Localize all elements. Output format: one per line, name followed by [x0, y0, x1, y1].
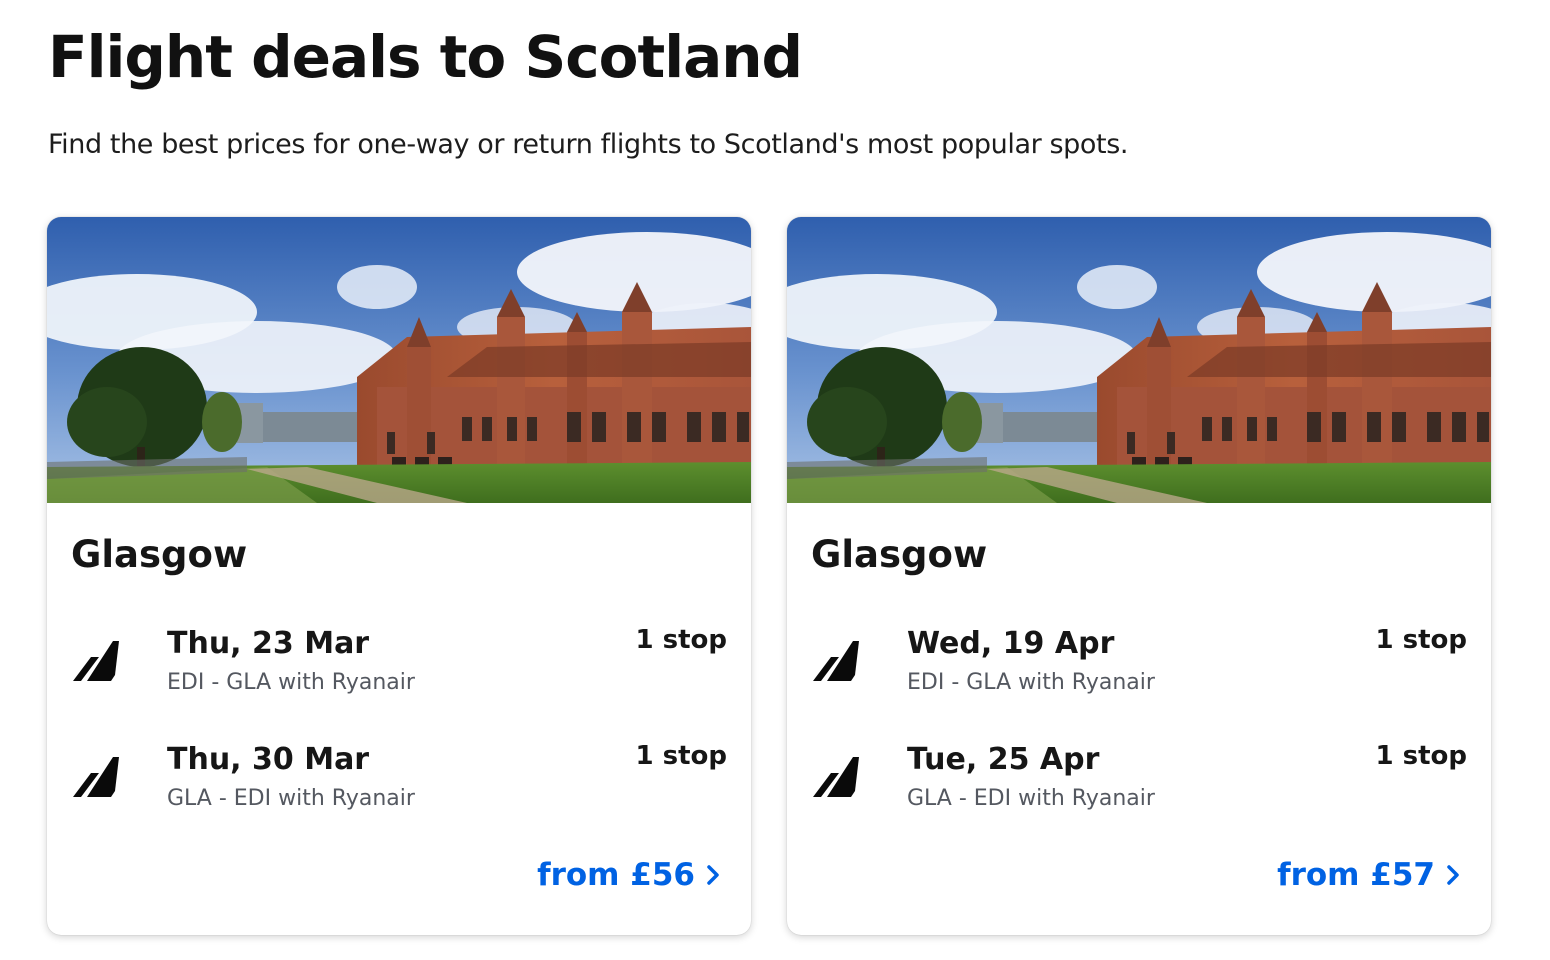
leg-date: Thu, 30 Mar	[167, 742, 370, 777]
deal-card[interactable]: Glasgow Thu, 23 Mar EDI - GLA with Ryana…	[47, 217, 751, 935]
page-title: Flight deals to Scotland	[48, 23, 803, 91]
destination-city: Glasgow	[71, 533, 248, 576]
destination-photo	[47, 217, 751, 503]
leg-stops: 1 stop	[1375, 625, 1467, 655]
leg-route: GLA - EDI with Ryanair	[907, 786, 1155, 811]
deal-cards: Glasgow Thu, 23 Mar EDI - GLA with Ryana…	[47, 217, 1492, 935]
leg-route: GLA - EDI with Ryanair	[167, 786, 415, 811]
leg-route: EDI - GLA with Ryanair	[907, 670, 1155, 695]
page-subtitle: Find the best prices for one-way or retu…	[48, 129, 1129, 160]
chevron-right-icon	[1447, 865, 1459, 885]
leg-stops: 1 stop	[635, 625, 727, 655]
destination-city: Glasgow	[811, 533, 988, 576]
flight-leg-return: Tue, 25 Apr GLA - EDI with Ryanair 1 sto…	[787, 739, 1491, 819]
leg-date: Thu, 23 Mar	[167, 626, 370, 661]
price-label: from £57	[1277, 857, 1435, 893]
ryanair-logo-icon	[811, 637, 861, 683]
price-label: from £56	[537, 857, 695, 893]
page: Flight deals to Scotland Find the best p…	[0, 0, 1550, 960]
deal-card[interactable]: Glasgow Wed, 19 Apr EDI - GLA with Ryana…	[787, 217, 1491, 935]
ryanair-logo-icon	[811, 753, 861, 799]
flight-leg-return: Thu, 30 Mar GLA - EDI with Ryanair 1 sto…	[47, 739, 751, 819]
ryanair-logo-icon	[71, 637, 121, 683]
leg-stops: 1 stop	[635, 741, 727, 771]
ryanair-logo-icon	[71, 753, 121, 799]
leg-date: Tue, 25 Apr	[907, 742, 1100, 777]
leg-stops: 1 stop	[1375, 741, 1467, 771]
flight-leg-outbound: Thu, 23 Mar EDI - GLA with Ryanair 1 sto…	[47, 623, 751, 703]
destination-photo	[787, 217, 1491, 503]
leg-date: Wed, 19 Apr	[907, 626, 1115, 661]
flight-leg-outbound: Wed, 19 Apr EDI - GLA with Ryanair 1 sto…	[787, 623, 1491, 703]
chevron-right-icon	[707, 865, 719, 885]
price-link[interactable]: from £56	[537, 855, 721, 895]
leg-route: EDI - GLA with Ryanair	[167, 670, 415, 695]
price-link[interactable]: from £57	[1277, 855, 1461, 895]
